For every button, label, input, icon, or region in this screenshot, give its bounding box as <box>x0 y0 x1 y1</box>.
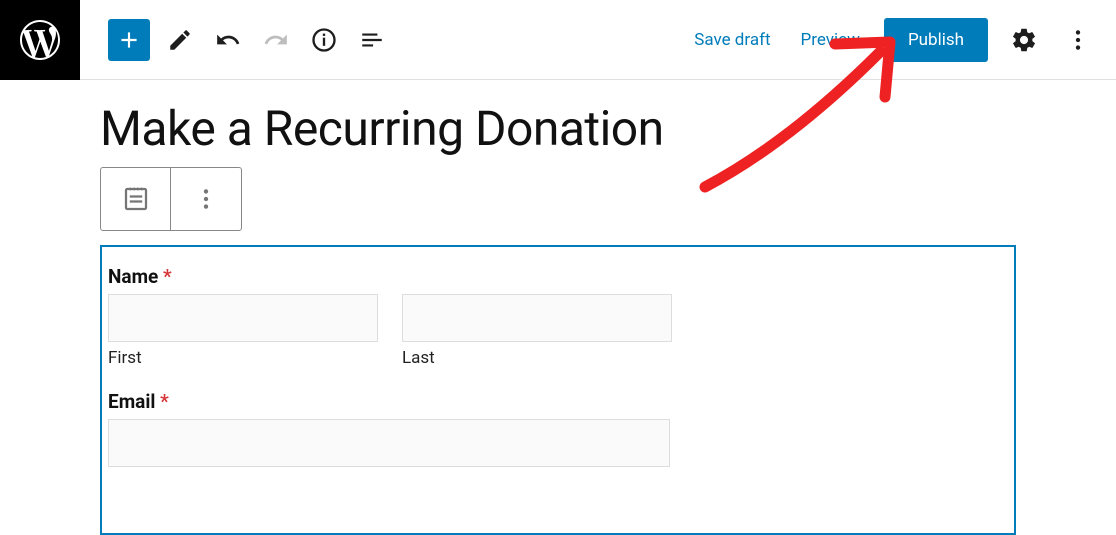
info-icon <box>310 26 338 54</box>
more-options-button[interactable] <box>1060 22 1096 58</box>
email-field-label: Email * <box>108 390 1002 413</box>
preview-button[interactable]: Preview <box>795 22 866 58</box>
gear-icon <box>1010 26 1038 54</box>
toolbar-left <box>108 19 390 61</box>
pencil-icon <box>167 27 193 53</box>
add-block-button[interactable] <box>108 19 150 61</box>
name-required-indicator: * <box>163 265 172 288</box>
more-vertical-icon <box>193 186 219 212</box>
plus-icon <box>116 27 142 53</box>
name-label-text: Name <box>108 265 158 288</box>
list-view-icon <box>359 27 385 53</box>
first-name-sublabel: First <box>108 348 378 368</box>
document-info-button[interactable] <box>306 22 342 58</box>
undo-icon <box>215 27 241 53</box>
first-name-input[interactable] <box>108 294 378 342</box>
wordpress-icon <box>16 16 64 64</box>
redo-icon <box>263 27 289 53</box>
wordpress-logo[interactable] <box>0 0 80 80</box>
email-input[interactable] <box>108 419 670 467</box>
save-draft-button[interactable]: Save draft <box>688 22 776 58</box>
form-block[interactable]: Name * First Last Email * <box>100 245 1016 535</box>
editor-content: Make a Recurring Donation Name * First <box>0 80 1116 535</box>
block-more-button[interactable] <box>171 168 241 230</box>
name-row: First Last <box>108 294 1002 368</box>
list-view-button[interactable] <box>354 22 390 58</box>
last-name-sublabel: Last <box>402 348 672 368</box>
undo-button[interactable] <box>210 22 246 58</box>
page-title[interactable]: Make a Recurring Donation <box>100 100 1016 157</box>
edit-mode-button[interactable] <box>162 22 198 58</box>
email-label-text: Email <box>108 390 155 413</box>
publish-button[interactable]: Publish <box>884 18 988 62</box>
form-icon <box>121 184 151 214</box>
last-name-input[interactable] <box>402 294 672 342</box>
more-vertical-icon <box>1065 27 1091 53</box>
redo-button <box>258 22 294 58</box>
settings-button[interactable] <box>1006 22 1042 58</box>
block-toolbar <box>100 167 242 231</box>
name-field-label: Name * <box>108 265 1002 288</box>
toolbar-right: Save draft Preview Publish <box>688 18 1116 62</box>
editor-topbar: Save draft Preview Publish <box>0 0 1116 80</box>
block-type-button[interactable] <box>101 168 171 230</box>
email-group: Email * <box>108 390 1002 467</box>
email-required-indicator: * <box>160 390 169 413</box>
